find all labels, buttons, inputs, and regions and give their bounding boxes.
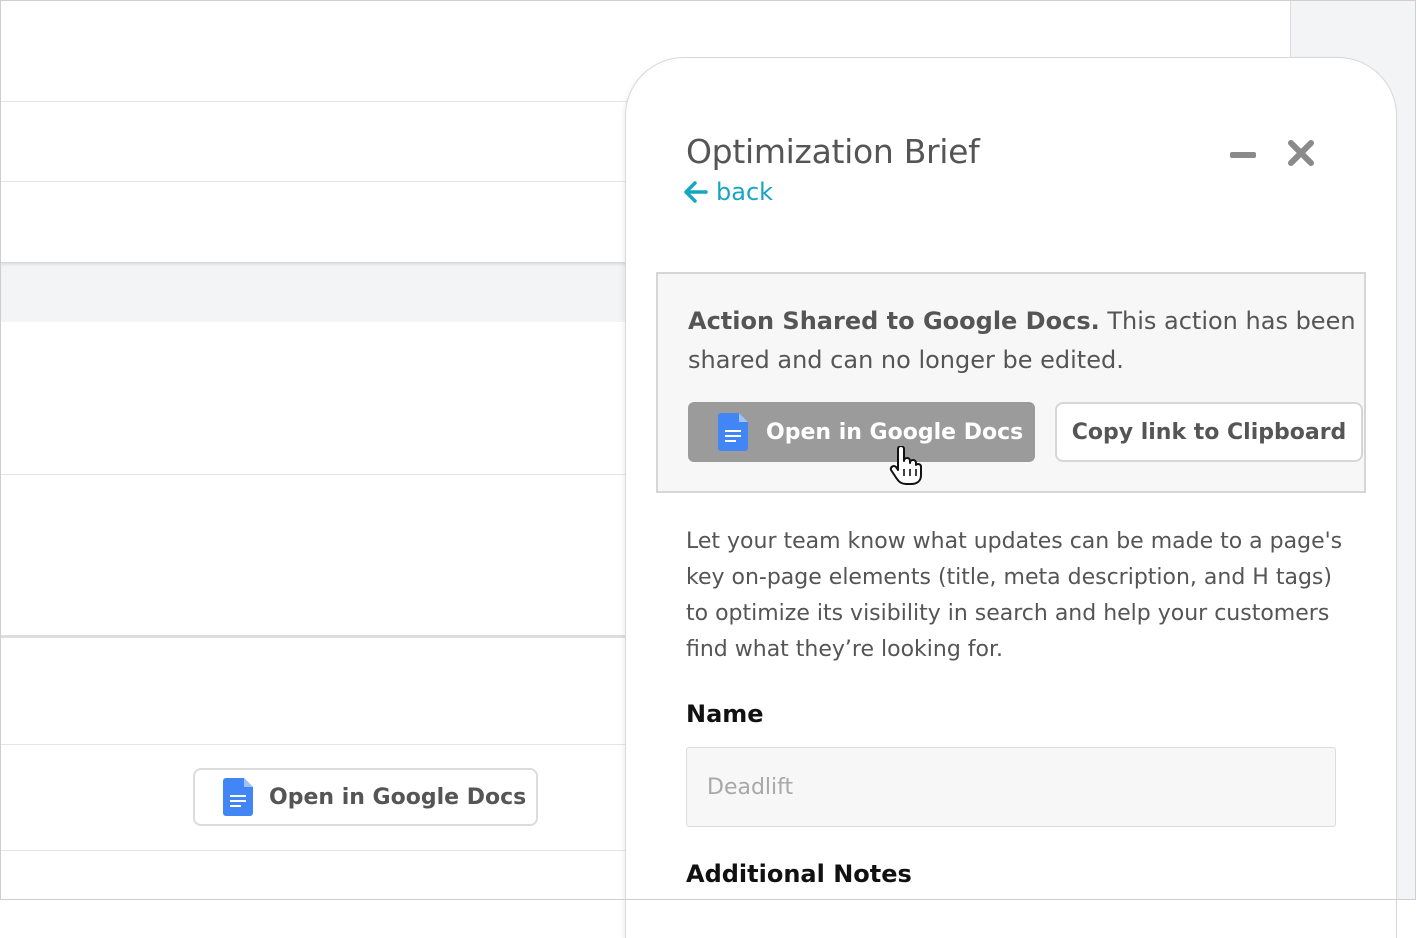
divider: [0, 744, 640, 745]
optimization-brief-panel: Optimization Brief back Action Shared to…: [626, 58, 1396, 938]
copy-link-button[interactable]: Copy link to Clipboard: [1055, 402, 1363, 462]
button-label: Open in Google Docs: [766, 419, 1024, 445]
shared-notice-text: Action Shared to Google Docs. This actio…: [688, 302, 1358, 380]
open-in-google-docs-button[interactable]: Open in Google Docs: [688, 402, 1035, 462]
panel-title: Optimization Brief: [686, 132, 980, 171]
open-in-google-docs-button[interactable]: Open in Google Docs: [193, 768, 538, 826]
divider: [0, 635, 640, 638]
close-icon: [1288, 140, 1314, 166]
minimize-icon: [1230, 152, 1256, 158]
back-link[interactable]: back: [684, 178, 773, 206]
minimize-button[interactable]: [1228, 142, 1258, 168]
google-docs-icon: [718, 413, 748, 451]
button-label: Copy link to Clipboard: [1071, 419, 1347, 445]
shared-notice: Action Shared to Google Docs. This actio…: [656, 272, 1366, 493]
divider: [0, 850, 640, 851]
name-label: Name: [686, 700, 764, 728]
additional-notes-label: Additional Notes: [686, 860, 912, 888]
name-field[interactable]: [686, 747, 1336, 827]
divider: [0, 474, 640, 475]
shared-notice-heading: Action Shared to Google Docs.: [688, 307, 1100, 335]
panel-description: Let your team know what updates can be m…: [686, 529, 1343, 662]
section-separator: [0, 262, 640, 322]
back-label: back: [716, 178, 774, 206]
close-button[interactable]: [1286, 138, 1316, 168]
divider: [0, 101, 640, 102]
divider: [0, 181, 640, 182]
google-docs-icon: [223, 778, 253, 816]
button-label: Open in Google Docs: [269, 784, 527, 810]
arrow-left-icon: [684, 181, 708, 203]
